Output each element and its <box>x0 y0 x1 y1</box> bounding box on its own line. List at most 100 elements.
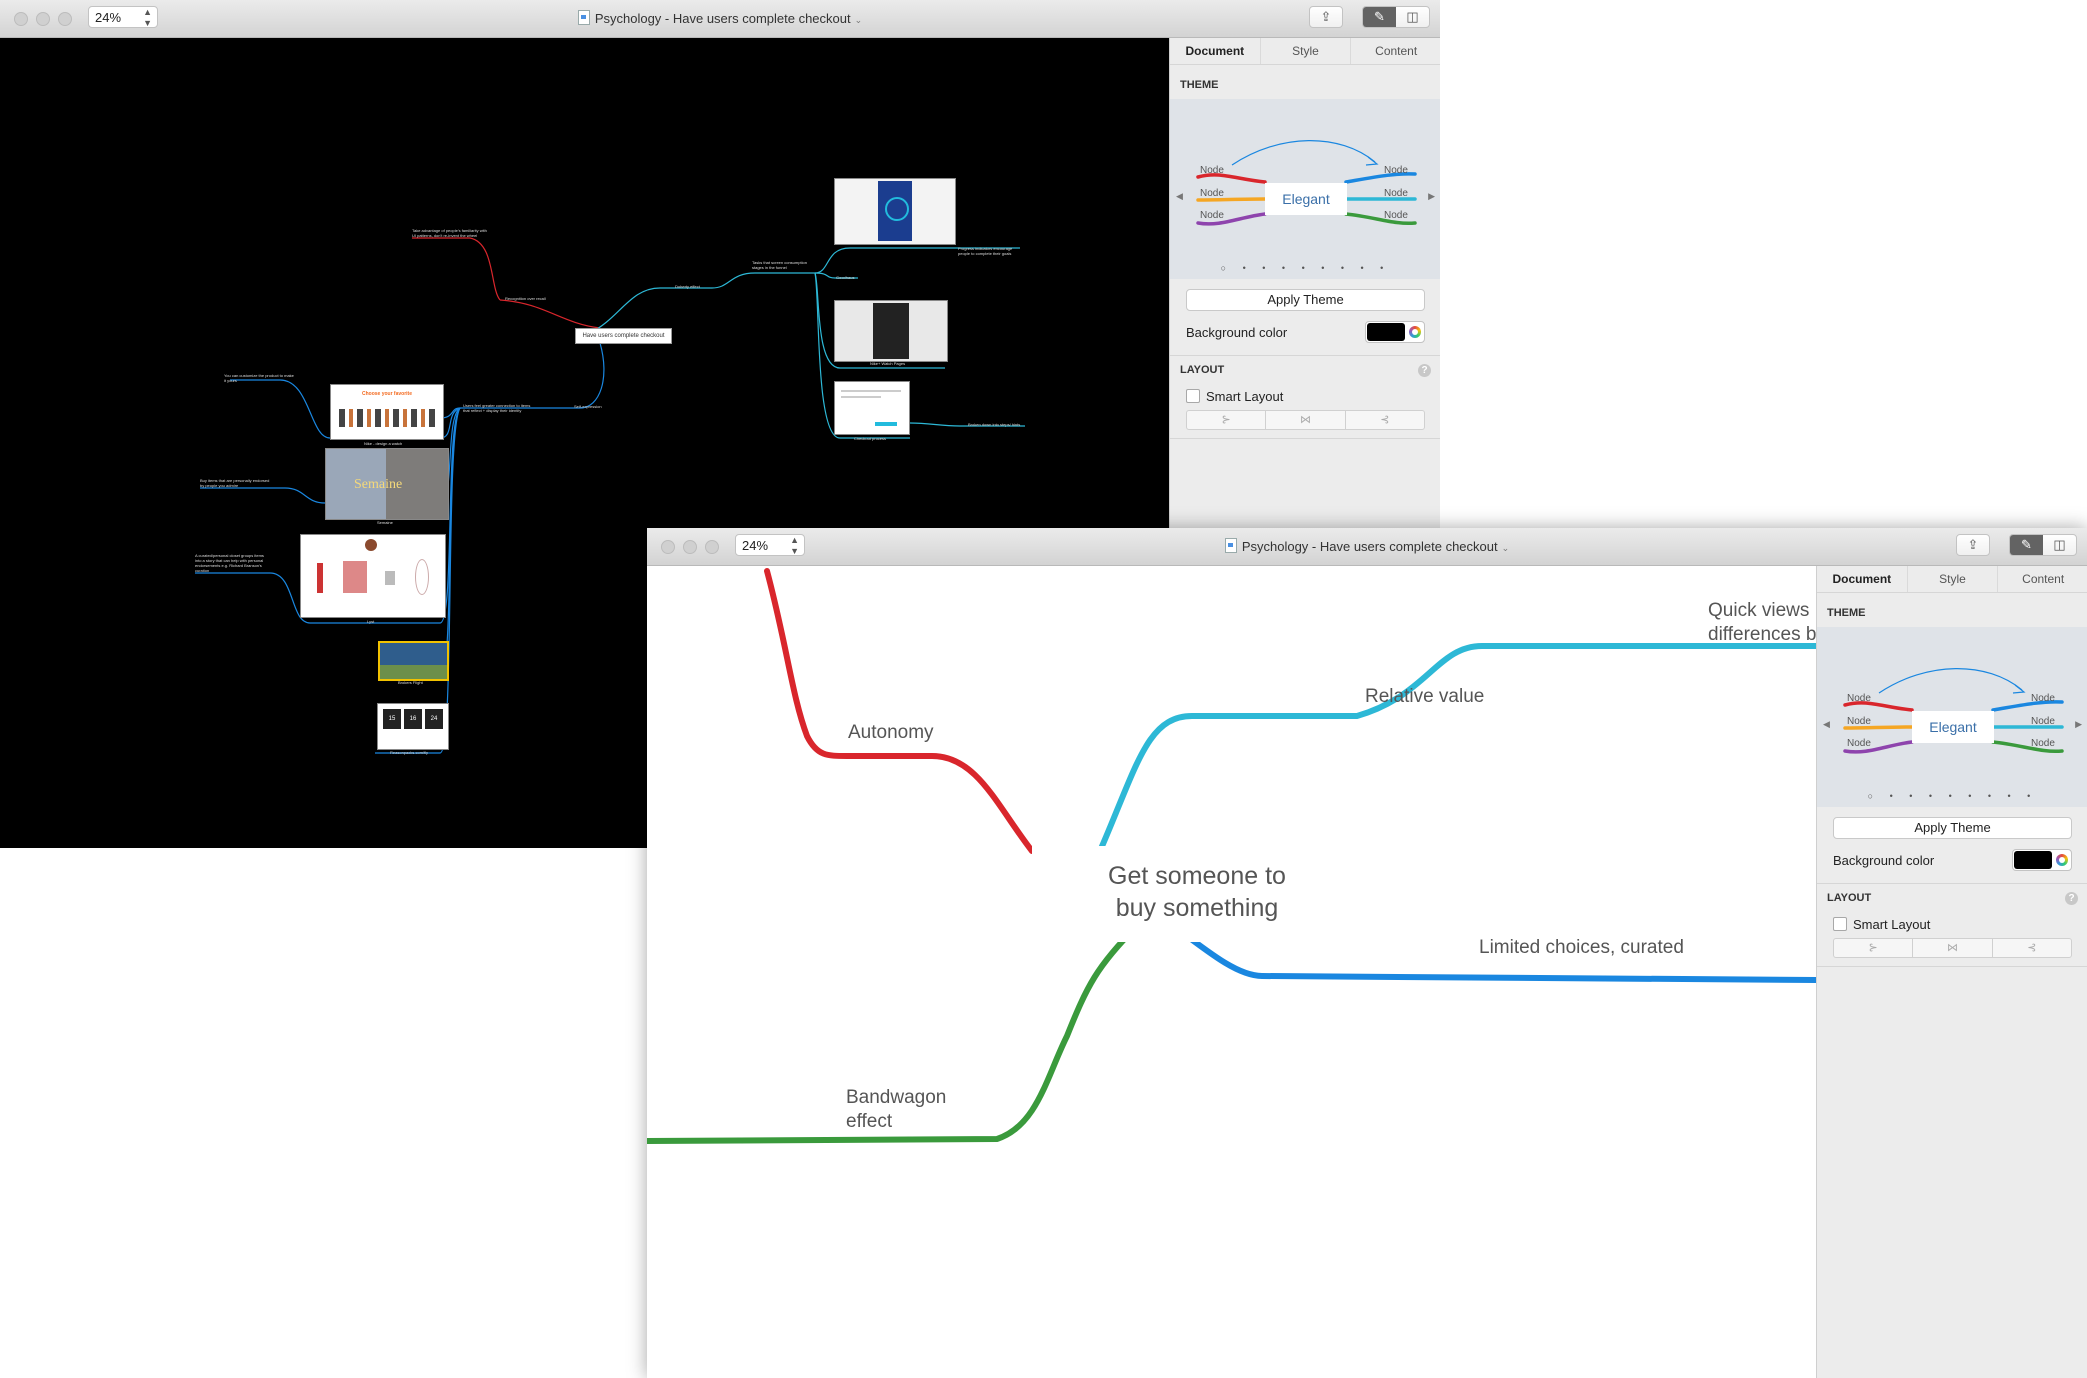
next-theme-icon[interactable]: ▶ <box>2075 719 2082 730</box>
semaine-thumbnail[interactable]: Semaine <box>325 448 449 520</box>
note-label[interactable]: Goodhaus <box>836 275 854 280</box>
help-icon[interactable]: ? <box>2065 891 2078 905</box>
window-title[interactable]: Psychology - Have users complete checkou… <box>0 10 1440 26</box>
topic-bandwagon-line: effect <box>846 1111 893 1132</box>
thumbnail-caption: Nike+ Watch Pages <box>870 361 906 366</box>
layout-direction-control[interactable]: ⊱ ⋈ ⊰ <box>1833 938 2072 958</box>
thumbnail-heading: Choose your favorite <box>361 391 412 397</box>
topic-bandwagon-effect[interactable]: Bandwagon effect <box>846 1086 946 1134</box>
window-title[interactable]: Psychology - Have users complete checkou… <box>647 538 2087 554</box>
note-label[interactable]: Tasks that screen consumption stages in … <box>752 260 814 270</box>
theme-header: THEME <box>1180 79 1219 91</box>
app-screenshot-thumbnail[interactable] <box>834 178 956 245</box>
tab-content[interactable]: Content <box>1998 566 2087 592</box>
inspector-toggle[interactable]: ✎ ◫ <box>1362 6 1430 28</box>
checkbox-box[interactable] <box>1186 389 1200 403</box>
note-label[interactable]: Users feel greater connection to items t… <box>463 403 533 413</box>
thumbnail-caption: Brokers Flight <box>398 680 423 685</box>
layout-right-icon[interactable]: ⊱ <box>1187 411 1267 429</box>
layout-balanced-icon[interactable]: ⋈ <box>1913 939 1993 957</box>
apply-theme-button[interactable]: Apply Theme <box>1833 817 2072 839</box>
node-label: Node <box>1847 693 1871 704</box>
tab-document[interactable]: Document <box>1170 38 1261 64</box>
overview-central-topic[interactable]: Have users complete checkout <box>575 328 672 344</box>
topic-relative-value[interactable]: Relative value <box>1365 686 1484 708</box>
checkbox-box[interactable] <box>1833 917 1847 931</box>
topic-quick-views-line: differences b <box>1708 624 1816 645</box>
branch-label[interactable]: Self-expression <box>574 404 602 409</box>
layout-tree-icon[interactable]: ⊰ <box>1993 939 2071 957</box>
brush-icon[interactable]: ✎ <box>2010 535 2043 555</box>
chevron-down-icon: ⌄ <box>854 15 863 25</box>
smart-layout-checkbox[interactable]: Smart Layout <box>1817 912 2087 936</box>
countdown-min: 24 <box>425 709 443 729</box>
color-wheel-icon[interactable] <box>2056 854 2068 866</box>
share-icon: ⇪ <box>1967 537 1979 552</box>
note-label[interactable]: Broken down into steps/ hints <box>968 422 1028 427</box>
node-label: Node <box>1200 188 1224 199</box>
branch-label[interactable]: Doherty effect <box>675 284 700 289</box>
previous-theme-icon[interactable]: ◀ <box>1823 719 1830 730</box>
help-icon[interactable]: ? <box>1418 363 1431 377</box>
topic-quick-views[interactable]: Quick views differences b <box>1708 599 1816 647</box>
tab-style[interactable]: Style <box>1908 566 1999 592</box>
tab-content[interactable]: Content <box>1351 38 1440 64</box>
next-theme-icon[interactable]: ▶ <box>1428 191 1435 202</box>
apply-theme-button[interactable]: Apply Theme <box>1186 289 1425 311</box>
inspector-toggle[interactable]: ✎ ◫ <box>2009 534 2077 556</box>
layout-tree-icon[interactable]: ⊰ <box>1346 411 1424 429</box>
background-color-well[interactable] <box>1365 321 1425 343</box>
chevron-down-icon: ⌄ <box>1501 543 1510 553</box>
share-button[interactable]: ⇪ <box>1309 6 1343 28</box>
note-label[interactable]: You can customize the product to make it… <box>224 373 294 383</box>
countdown-thumbnail[interactable]: 15 16 24 <box>377 703 449 750</box>
note-label[interactable]: Take advantage of people's familiarity w… <box>412 228 487 238</box>
thumbnail-caption: Checkout process <box>854 436 887 441</box>
checkout-thumbnail[interactable] <box>834 381 910 435</box>
topic-quick-views-line: Quick views <box>1708 600 1810 621</box>
smart-layout-checkbox[interactable]: Smart Layout <box>1170 384 1440 408</box>
previous-theme-icon[interactable]: ◀ <box>1176 191 1183 202</box>
theme-preview[interactable]: Elegant Node Node Node Node Node Node ◀ … <box>1170 99 1440 279</box>
divider <box>1817 966 2087 967</box>
background-color-row: Background color <box>1817 845 2087 875</box>
smart-layout-label: Smart Layout <box>1206 388 1284 404</box>
note-label[interactable]: Progress indicators encourage people to … <box>958 246 1023 256</box>
shoe-row <box>339 409 435 427</box>
topic-bandwagon-line: Bandwagon <box>846 1087 947 1108</box>
tab-style[interactable]: Style <box>1261 38 1352 64</box>
node-label: Node <box>1847 738 1871 749</box>
layout-direction-control[interactable]: ⊱ ⋈ ⊰ <box>1186 410 1425 430</box>
node-label: Node <box>1200 165 1224 176</box>
split-view-icon[interactable]: ◫ <box>2043 535 2076 555</box>
lyst-thumbnail[interactable] <box>300 534 446 618</box>
inspector-sidebar: Document Style Content THEME Elegant Nod… <box>1816 566 2087 1378</box>
smart-layout-label: Smart Layout <box>1853 916 1931 932</box>
layout-right-icon[interactable]: ⊱ <box>1834 939 1914 957</box>
brush-icon[interactable]: ✎ <box>1363 7 1396 27</box>
watch-thumbnail[interactable] <box>834 300 948 362</box>
topic-autonomy[interactable]: Autonomy <box>848 722 934 744</box>
share-button[interactable]: ⇪ <box>1956 534 1990 556</box>
theme-name: Elegant <box>1929 719 1977 735</box>
topic-limited-choices[interactable]: Limited choices, curated <box>1479 937 1684 959</box>
note-label[interactable]: A curated/personal closet groups items i… <box>195 553 270 573</box>
central-topic[interactable]: Get someone to buy something <box>1032 846 1362 942</box>
tab-document[interactable]: Document <box>1817 566 1908 592</box>
nike-thumbnail[interactable]: Choose your favorite <box>330 384 444 440</box>
detail-canvas[interactable]: Autonomy Relative value Quick views diff… <box>647 566 1816 1378</box>
theme-page-dots[interactable]: ○ • • • • • • • • <box>1170 263 1440 273</box>
front-window: 24% ▲ ▼ Psychology - Have users complete … <box>647 528 2087 1378</box>
split-view-icon[interactable]: ◫ <box>1396 7 1429 27</box>
thumbnail-caption: Reasonpacks.com/fly <box>390 750 429 755</box>
theme-page-dots[interactable]: ○ • • • • • • • • <box>1817 791 2087 801</box>
color-wheel-icon[interactable] <box>1409 326 1421 338</box>
background-color-well[interactable] <box>2012 849 2072 871</box>
color-swatch <box>1367 323 1405 341</box>
note-label[interactable]: Buy items that are personally endorsed b… <box>200 478 270 488</box>
layout-balanced-icon[interactable]: ⋈ <box>1266 411 1346 429</box>
node-label: Node <box>1847 716 1871 727</box>
theme-preview[interactable]: Elegant Node Node Node Node Node Node ◀ … <box>1817 627 2087 807</box>
flight-thumbnail[interactable] <box>378 641 449 681</box>
branch-label[interactable]: Recognition over recall <box>505 296 546 301</box>
